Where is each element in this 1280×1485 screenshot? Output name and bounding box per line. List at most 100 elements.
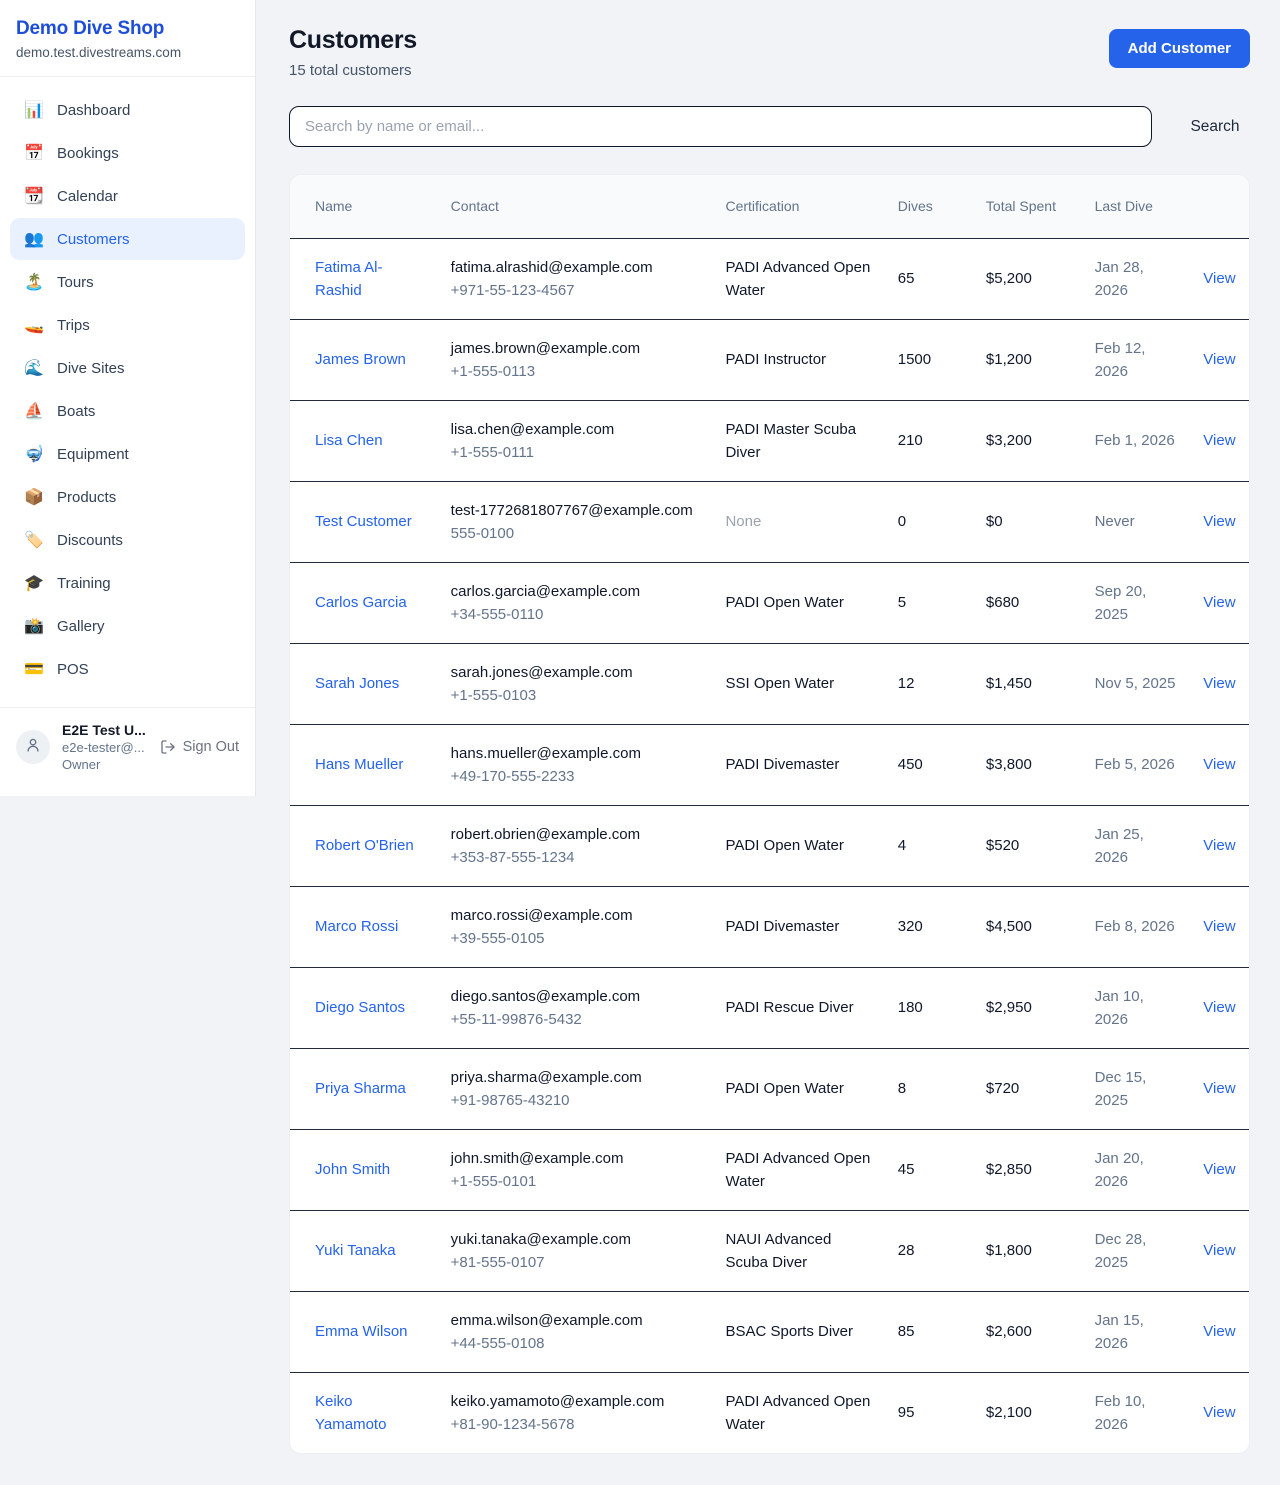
dives-cell: 95 — [886, 1372, 974, 1453]
table-row: Hans Muellerhans.mueller@example.com+49-… — [290, 724, 1249, 805]
table-row: Test Customertest-1772681807767@example.… — [290, 481, 1249, 562]
speedboat-icon: 🚤 — [24, 315, 44, 335]
sidebar-item-label: Calendar — [57, 188, 118, 205]
sidebar-item-training[interactable]: 🎓Training — [10, 562, 245, 604]
dives-cell: 4 — [886, 805, 974, 886]
customer-phone: +971-55-123-4567 — [451, 279, 702, 302]
sidebar-item-products[interactable]: 📦Products — [10, 476, 245, 518]
add-customer-button[interactable]: Add Customer — [1109, 29, 1250, 68]
sidebar-item-label: Products — [57, 489, 116, 506]
view-link[interactable]: View — [1203, 837, 1235, 854]
view-link[interactable]: View — [1203, 1404, 1235, 1421]
view-link[interactable]: View — [1203, 594, 1235, 611]
view-cell: View — [1191, 643, 1249, 724]
view-link[interactable]: View — [1203, 918, 1235, 935]
sidebar-item-customers[interactable]: 👥Customers — [10, 218, 245, 260]
customer-email: robert.obrien@example.com — [451, 823, 702, 846]
view-link[interactable]: View — [1203, 999, 1235, 1016]
last-dive-cell: Jan 10, 2026 — [1083, 967, 1192, 1048]
bar-chart-icon: 📊 — [24, 100, 44, 120]
sidebar-item-dive-sites[interactable]: 🌊Dive Sites — [10, 347, 245, 389]
view-link[interactable]: View — [1203, 1161, 1235, 1178]
view-link[interactable]: View — [1203, 675, 1235, 692]
last-dive-cell: Jan 15, 2026 — [1083, 1291, 1192, 1372]
customer-name-link[interactable]: Priya Sharma — [315, 1080, 406, 1097]
customer-email: john.smith@example.com — [451, 1147, 702, 1170]
app-root: Demo Dive Shop demo.test.divestreams.com… — [0, 0, 1280, 1485]
customer-name-link[interactable]: Marco Rossi — [315, 918, 398, 935]
certification-cell: PADI Instructor — [713, 319, 885, 400]
customer-name-link[interactable]: James Brown — [315, 351, 406, 368]
sidebar-item-label: Bookings — [57, 145, 119, 162]
sign-out-button[interactable]: Sign Out — [160, 739, 239, 755]
view-link[interactable]: View — [1203, 1242, 1235, 1259]
table-row: Sarah Jones sarah.jones@example.com+1-555… — [290, 643, 1249, 724]
customer-email: fatima.alrashid@example.com — [451, 256, 702, 279]
view-link[interactable]: View — [1203, 270, 1235, 287]
sidebar-item-tours[interactable]: 🏝️Tours — [10, 261, 245, 303]
customer-phone: +81-555-0107 — [451, 1251, 702, 1274]
certification-cell: PADI Open Water — [713, 562, 885, 643]
sidebar-item-bookings[interactable]: 📅Bookings — [10, 132, 245, 174]
total-spent-cell: $4,500 — [974, 886, 1083, 967]
page-header-text: Customers 15 total customers — [289, 26, 417, 79]
view-link[interactable]: View — [1203, 513, 1235, 530]
customer-name-link[interactable]: Hans Mueller — [315, 756, 403, 773]
sidebar-item-gallery[interactable]: 📸Gallery — [10, 605, 245, 647]
dives-cell: 45 — [886, 1129, 974, 1210]
customer-name-link[interactable]: Fatima Al-Rashid — [315, 259, 383, 299]
sidebar-item-label: Equipment — [57, 446, 129, 463]
table-row: Robert O'Brienrobert.obrien@example.com+… — [290, 805, 1249, 886]
user-name: E2E Test U... — [62, 722, 148, 738]
total-spent-cell: $3,800 — [974, 724, 1083, 805]
customer-name-link[interactable]: Diego Santos — [315, 999, 405, 1016]
customer-phone: +1-555-0101 — [451, 1170, 702, 1193]
customer-name-link[interactable]: John Smith — [315, 1161, 390, 1178]
view-link[interactable]: View — [1203, 351, 1235, 368]
table-header: NameContactCertificationDivesTotal Spent… — [290, 175, 1249, 238]
sidebar-item-boats[interactable]: ⛵Boats — [10, 390, 245, 432]
sidebar-item-pos[interactable]: 💳POS — [10, 648, 245, 690]
certification-cell: PADI Rescue Diver — [713, 967, 885, 1048]
customer-name-link[interactable]: Sarah Jones — [315, 675, 399, 692]
customer-name-link[interactable]: Keiko Yamamoto — [315, 1393, 386, 1433]
sidebar-item-equipment[interactable]: 🤿 Equipment — [10, 433, 245, 475]
sidebar-item-label: Customers — [57, 231, 130, 248]
customer-phone: +91-98765-43210 — [451, 1089, 702, 1112]
sidebar-item-calendar[interactable]: 📆Calendar — [10, 175, 245, 217]
diving-mask-icon: 🤿 — [24, 444, 44, 464]
customer-name-link[interactable]: Test Customer — [315, 513, 412, 530]
search-button[interactable]: Search — [1180, 118, 1250, 136]
view-cell: View — [1191, 1129, 1249, 1210]
sidebar-item-trips[interactable]: 🚤Trips — [10, 304, 245, 346]
sidebar-item-dashboard[interactable]: 📊Dashboard — [10, 89, 245, 131]
certification-cell: NAUI Advanced Scuba Diver — [713, 1210, 885, 1291]
contact-cell: lisa.chen@example.com+1-555-0111 — [439, 400, 714, 481]
name-cell: Hans Mueller — [290, 724, 439, 805]
view-cell: View — [1191, 562, 1249, 643]
last-dive-cell: Feb 5, 2026 — [1083, 724, 1192, 805]
view-link[interactable]: View — [1203, 1080, 1235, 1097]
certification-cell: PADI Divemaster — [713, 886, 885, 967]
customer-phone: +55-11-99876-5432 — [451, 1008, 702, 1031]
view-link[interactable]: View — [1203, 1323, 1235, 1340]
customer-name-link[interactable]: Yuki Tanaka — [315, 1242, 396, 1259]
shop-title[interactable]: Demo Dive Shop — [16, 18, 239, 40]
sidebar: Demo Dive Shop demo.test.divestreams.com… — [0, 0, 256, 796]
view-link[interactable]: View — [1203, 432, 1235, 449]
total-spent-cell: $1,800 — [974, 1210, 1083, 1291]
total-spent-cell: $2,950 — [974, 967, 1083, 1048]
customer-name-link[interactable]: Lisa Chen — [315, 432, 383, 449]
customer-name-link[interactable]: Emma Wilson — [315, 1323, 408, 1340]
search-input[interactable] — [289, 106, 1152, 147]
customer-name-link[interactable]: Robert O'Brien — [315, 837, 414, 854]
customer-phone: +1-555-0111 — [451, 441, 702, 464]
view-link[interactable]: View — [1203, 756, 1235, 773]
sidebar-item-discounts[interactable]: 🏷️Discounts — [10, 519, 245, 561]
last-dive-cell: Jan 25, 2026 — [1083, 805, 1192, 886]
contact-cell: sarah.jones@example.com+1-555-0103 — [439, 643, 714, 724]
certification-cell: None — [713, 481, 885, 562]
table-row: Priya Sharmapriya.sharma@example.com+91-… — [290, 1048, 1249, 1129]
customer-name-link[interactable]: Carlos Garcia — [315, 594, 407, 611]
column-header-name: Name — [290, 175, 439, 238]
